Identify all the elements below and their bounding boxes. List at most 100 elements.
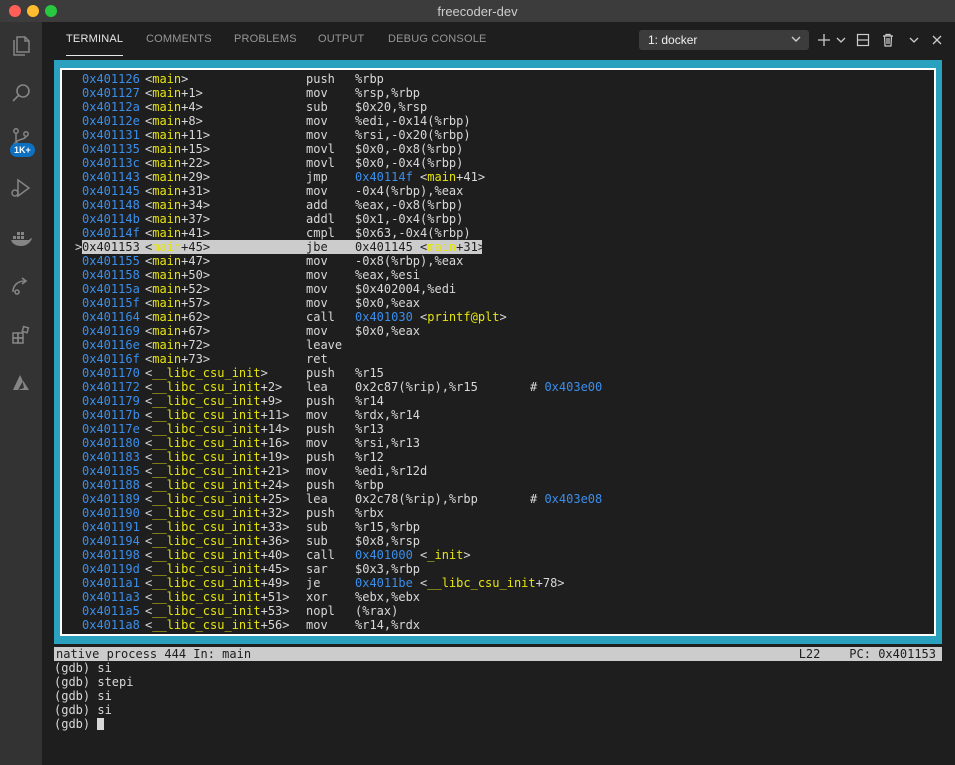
branch-target: 0x40114f <main+41> (355, 170, 486, 184)
instruction-row: 0x401189 <__libc_csu_init+25> lea 0x2c78(%r… (62, 492, 934, 506)
instruction-row: 0x401135 <main+15> movl $0x0,-0x8(%rbp) (62, 142, 934, 156)
instruction-row: 0x401164 <main+62> call 0x401030 <printf@pl… (62, 310, 934, 324)
instruction-symbol: <main+8> (145, 114, 203, 128)
instruction-row: 0x401172 <__libc_csu_init+2> lea 0x2c87(%ri… (62, 380, 934, 394)
terminal-area[interactable]: 0x401126 <main> push %rbp 0x401127 <main+1> mo… (42, 58, 955, 765)
instruction-address: 0x40112e (82, 114, 140, 128)
instruction-symbol: <main+11> (145, 128, 211, 142)
tab-output[interactable]: OUTPUT (318, 33, 364, 45)
instruction-operands: %rsi,-0x20(%rbp) (355, 128, 471, 142)
instruction-opcode: mov (306, 436, 328, 450)
instruction-opcode: xor (306, 590, 328, 604)
symbol-function-name: main (152, 86, 182, 100)
instruction-symbol: <__libc_csu_init+2> (145, 380, 283, 394)
instruction-opcode: je (306, 576, 321, 590)
symbol-function-name: main (152, 142, 182, 156)
instruction-symbol: <__libc_csu_init+14> (145, 422, 290, 436)
symbol-function-name: __libc_csu_init (152, 548, 261, 562)
symbol-function-name: __libc_csu_init (152, 576, 261, 590)
gdb-line: (gdb) si (54, 661, 112, 675)
instruction-row: 0x401127 <main+1> mov %rsp,%rbp (62, 86, 934, 100)
gdb-command-output[interactable]: (gdb) si (gdb) stepi (gdb) si (gdb) si (… (54, 661, 133, 731)
instruction-address: 0x40117b (82, 408, 140, 422)
azure-icon[interactable] (5, 367, 37, 399)
instruction-row: 0x401170 <__libc_csu_init> push %r15 (62, 366, 934, 380)
instruction-operands: $0x63,-0x4(%rbp) (355, 226, 471, 240)
instruction-address: 0x401126 (82, 72, 140, 86)
terminal-select-value: 1: docker (648, 33, 698, 47)
branch-target: 0x401145 <main+31> (355, 240, 486, 254)
instruction-row: 0x401194 <__libc_csu_init+36> sub $0x8,%rsp (62, 534, 934, 548)
instruction-opcode: addl (306, 212, 335, 226)
chevron-down-icon[interactable] (832, 31, 850, 49)
instruction-operands: %rbp (355, 72, 384, 86)
instruction-row: 0x40114b <main+37> addl $0x1,-0x4(%rbp) (62, 212, 934, 226)
instruction-opcode: nopl (306, 604, 335, 618)
tab-debug-console[interactable]: DEBUG CONSOLE (388, 33, 487, 45)
terminal-select[interactable]: 1: docker (639, 30, 809, 50)
docker-icon[interactable] (5, 222, 37, 254)
instruction-address: 0x401169 (82, 324, 140, 338)
instruction-symbol: <main+73> (145, 352, 211, 366)
instruction-opcode: mov (306, 254, 328, 268)
instruction-operands: %rdx,%r14 (355, 408, 421, 422)
symbol-function-name: main (152, 338, 182, 352)
instruction-opcode: mov (306, 128, 328, 142)
instruction-operands: %r14 (355, 394, 384, 408)
instruction-symbol: <main+22> (145, 156, 211, 170)
symbol-function-name: main (152, 170, 182, 184)
instruction-operands: $0x0,%eax (355, 324, 421, 338)
tab-comments[interactable]: COMMENTS (146, 33, 212, 45)
instruction-opcode: mov (306, 282, 328, 296)
run-debug-icon[interactable] (5, 172, 37, 204)
instruction-address: 0x401127 (82, 86, 140, 100)
instruction-address: 0x401188 (82, 478, 140, 492)
instruction-opcode: mov (306, 408, 328, 422)
split-terminal-icon[interactable] (854, 31, 872, 49)
disassembly-window[interactable]: 0x401126 <main> push %rbp 0x401127 <main+1> mo… (60, 68, 936, 636)
symbol-function-name: __libc_csu_init (152, 394, 261, 408)
instruction-symbol: <main+15> (145, 142, 211, 156)
instruction-address: 0x401158 (82, 268, 140, 282)
add-terminal-icon[interactable] (815, 31, 833, 49)
symbol-function-name: main (152, 72, 182, 86)
chevron-down-icon (790, 33, 802, 48)
symbol-function-name: __libc_csu_init (152, 380, 261, 394)
search-icon[interactable] (5, 77, 37, 109)
status-process: native process 444 In: main (56, 647, 252, 661)
instruction-row: 0x4011a3 <__libc_csu_init+51> xor %ebx,%ebx (62, 590, 934, 604)
instruction-row: 0x401185 <__libc_csu_init+21> mov %edi,%r12… (62, 464, 934, 478)
symbol-function-name: main (152, 310, 182, 324)
maximize-icon[interactable] (905, 31, 923, 49)
branch-target: 0x401000 <_init> (355, 548, 471, 562)
instruction-symbol: <main+45> (145, 240, 211, 254)
active-tab-indicator (66, 55, 123, 56)
instruction-row: 0x401145 <main+31> mov -0x4(%rbp),%eax (62, 184, 934, 198)
instruction-address: 0x401155 (82, 254, 140, 268)
close-icon[interactable] (928, 31, 946, 49)
instruction-opcode: push (306, 506, 335, 520)
instruction-symbol: <main+50> (145, 268, 211, 282)
trash-icon[interactable] (879, 31, 897, 49)
instruction-row: 0x401143 <main+29> jmp 0x40114f <main+41> (62, 170, 934, 184)
gdb-prompt-text: (gdb) (54, 717, 98, 731)
tab-terminal[interactable]: TERMINAL (66, 33, 123, 45)
symbol-function-name: __libc_csu_init (152, 422, 261, 436)
instruction-row: 0x40117e <__libc_csu_init+14> push %r13 (62, 422, 934, 436)
instruction-operands: $0x1,-0x4(%rbp) (355, 212, 464, 226)
instruction-address: 0x40117e (82, 422, 140, 436)
remote-explorer-icon[interactable] (5, 270, 37, 302)
instruction-operands: 0x2c87(%rip),%r15 (355, 380, 478, 394)
tab-problems[interactable]: PROBLEMS (234, 33, 297, 45)
files-icon[interactable] (5, 30, 37, 62)
symbol-function-name: __libc_csu_init (152, 436, 261, 450)
instruction-symbol: <__libc_csu_init+36> (145, 534, 290, 548)
extensions-icon[interactable] (5, 319, 37, 351)
instruction-operands: %edi,%r12d (355, 464, 428, 478)
current-instruction-row: >0x401153 <main+45> jbe 0x401145 <main+31> (62, 240, 934, 254)
target-function-name: __libc_csu_init (427, 576, 536, 590)
instruction-symbol: <main+31> (145, 184, 211, 198)
instruction-opcode: mov (306, 296, 328, 310)
gdb-prompt[interactable]: (gdb) (54, 717, 133, 731)
instruction-address: 0x401191 (82, 520, 140, 534)
